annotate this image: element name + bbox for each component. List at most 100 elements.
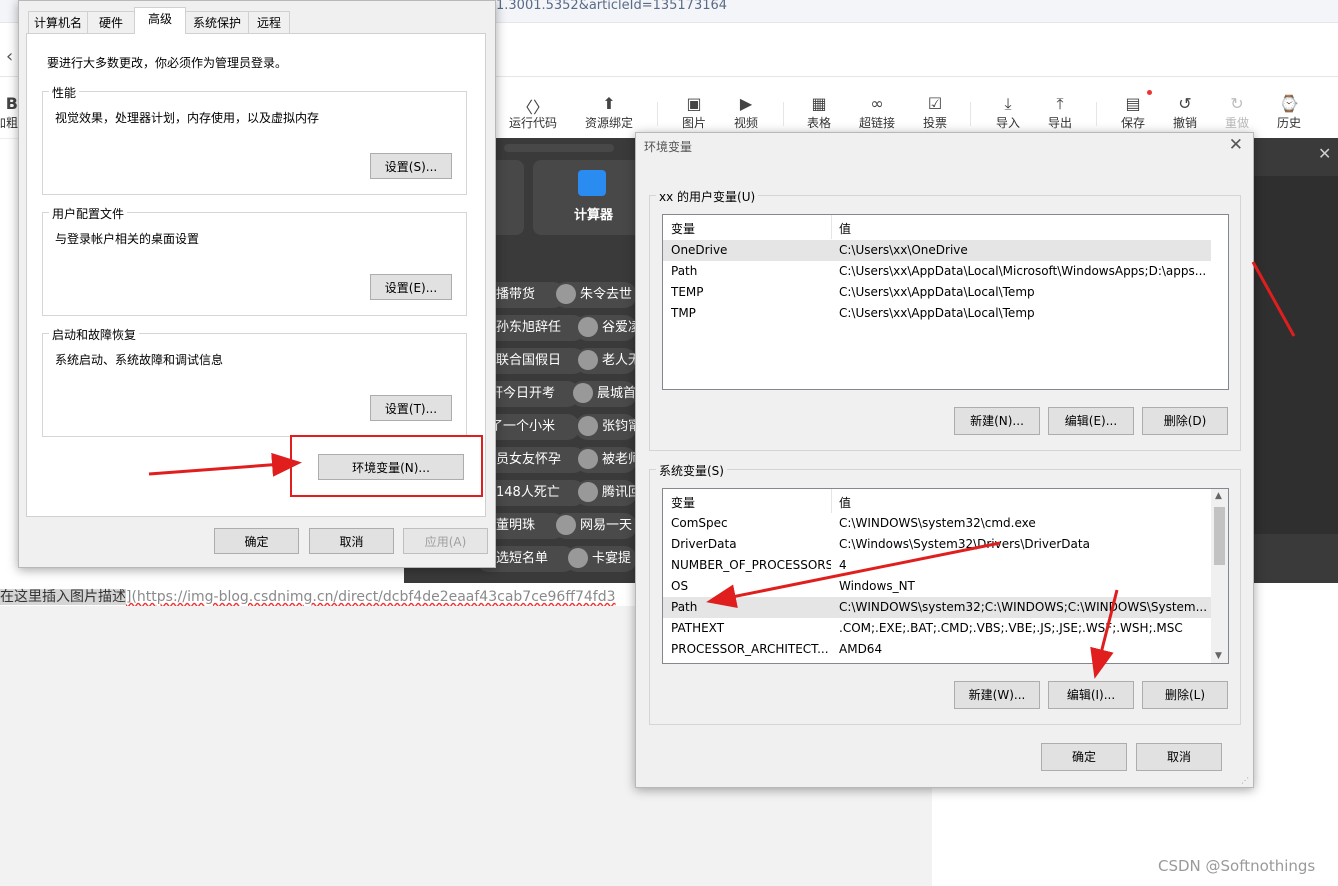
link-icon: ∞ [870, 94, 884, 113]
cancel-button[interactable]: 取消 [1136, 743, 1222, 771]
scroll-up-icon[interactable]: ▲ [1215, 491, 1222, 501]
list-item[interactable]: TMP C:\Users\xx\AppData\Local\Temp [663, 303, 1211, 324]
system-variables-group: 系统变量(S) 变量 值 ComSpec C:\WINDOWS\system32\… [649, 462, 1241, 725]
calculator-icon [578, 170, 606, 196]
news-item[interactable]: 老人无 [575, 348, 637, 374]
group-title: xx 的用户变量(U) [656, 188, 759, 205]
system-new-button[interactable]: 新建(W)... [954, 681, 1040, 709]
toolbar-save[interactable]: ▤ 保存 [1105, 94, 1161, 131]
toolbar-link[interactable]: ∞ 超链接 [849, 94, 905, 131]
annotation-highlight-box [290, 435, 483, 497]
news-item[interactable]: 晨城首 [570, 381, 637, 407]
toolbar-video[interactable]: ▶ 视频 [718, 94, 774, 131]
scroll-down-icon[interactable]: ▼ [1215, 651, 1222, 661]
news-item[interactable]: 被老师 [575, 447, 637, 473]
image-url-text: ](https://img-blog.csdnimg.cn/direct/dcb… [126, 589, 616, 605]
list-item[interactable]: ComSpec C:\WINDOWS\system32\cmd.exe [663, 513, 1211, 534]
startup-recovery-group: 启动和故障恢复 系统启动、系统故障和调试信息 设置(T)... [42, 326, 467, 437]
toolbar-table[interactable]: ▦ 表格 [791, 94, 847, 131]
scrollbar[interactable]: ▲ ▼ [1211, 489, 1228, 663]
save-icon: ▤ [1125, 94, 1141, 113]
toolbar-run-code[interactable]: 〈〉 运行代码 [505, 94, 561, 131]
video-icon: ▶ [739, 94, 753, 113]
user-profiles-settings-button[interactable]: 设置(E)... [370, 274, 452, 300]
list-header: 变量 值 [663, 489, 1228, 513]
news-item[interactable]: 腾讯回 [575, 480, 637, 506]
startup-recovery-settings-button[interactable]: 设置(T)... [370, 395, 452, 421]
group-description: 系统启动、系统故障和调试信息 [55, 353, 224, 367]
tab-system-protection[interactable]: 系统保护 [185, 11, 249, 33]
system-edit-button[interactable]: 编辑(I)... [1048, 681, 1134, 709]
resize-grip-icon[interactable]: ⋰ [1241, 776, 1249, 785]
toolbar-redo[interactable]: ↻ 重做 [1209, 94, 1265, 131]
group-title: 性能 [49, 84, 80, 101]
system-delete-button[interactable]: 删除(L) [1142, 681, 1228, 709]
list-item[interactable]: PATHEXT .COM;.EXE;.BAT;.CMD;.VBS;.VBE;.JS… [663, 618, 1211, 639]
tab-computer-name[interactable]: 计算机名 [28, 11, 88, 33]
cancel-button[interactable]: 取消 [309, 528, 394, 554]
ok-button[interactable]: 确定 [1041, 743, 1127, 771]
column-variable[interactable]: 变量 [671, 220, 695, 237]
news-item[interactable]: 朱令去世 [553, 282, 637, 308]
tab-remote[interactable]: 远程 [248, 11, 290, 33]
bold-icon: B [5, 94, 18, 113]
user-delete-button[interactable]: 删除(D) [1142, 407, 1228, 435]
code-icon: 〈〉 [516, 98, 549, 117]
user-edit-button[interactable]: 编辑(E)... [1048, 407, 1134, 435]
avatar [578, 349, 598, 370]
apply-button[interactable]: 应用(A) [403, 528, 488, 554]
scroll-thumb[interactable] [1214, 507, 1225, 565]
performance-group: 性能 视觉效果，处理器计划，内存使用，以及虚拟内存 设置(S)... [42, 84, 467, 195]
news-item[interactable]: 谷爱凌 [575, 315, 637, 341]
avatar [578, 448, 598, 469]
user-variables-group: xx 的用户变量(U) 变量 值 OneDrive C:\Users\xx\One… [649, 188, 1241, 451]
close-icon[interactable]: ✕ [1229, 135, 1243, 155]
list-header: 变量 值 [663, 215, 1228, 239]
toolbar-history[interactable]: ⌚ 历史 [1261, 94, 1317, 131]
news-item[interactable]: 张钧甯 [575, 414, 637, 440]
dialog-title: 环境变量 [644, 140, 693, 154]
tab-hardware[interactable]: 硬件 [87, 11, 135, 33]
import-icon: ⤓ [1004, 94, 1012, 113]
ok-button[interactable]: 确定 [214, 528, 299, 554]
markdown-image-line[interactable]: 在这里插入图片描述](https://img-blog.csdnimg.cn/d… [0, 586, 640, 606]
list-item[interactable]: TEMP C:\Users\xx\AppData\Local\Temp [663, 282, 1211, 303]
bold-button[interactable]: B 加粗 [0, 94, 18, 131]
toolbar-export[interactable]: ⤒ 导出 [1032, 94, 1088, 131]
tab-advanced[interactable]: 高级 [134, 7, 186, 34]
url-text: 1.3001.5352&articleId=135173164 [496, 0, 728, 13]
group-title: 系统变量(S) [656, 462, 727, 479]
news-item[interactable]: 卡宴提 [565, 546, 637, 572]
column-value[interactable]: 值 [839, 220, 851, 237]
avatar [578, 415, 598, 436]
toolbar-import[interactable]: ⤓ 导入 [980, 94, 1036, 131]
toolbar-image[interactable]: ▣ 图片 [666, 94, 722, 131]
news-item[interactable]: 网易一天 [553, 513, 637, 539]
list-item[interactable]: DriverData C:\Windows\System32\Drivers\Dr… [663, 534, 1211, 555]
avatar [578, 316, 598, 337]
back-arrow-icon[interactable]: ‹ [6, 46, 13, 67]
toolbar-resource[interactable]: ⬆ 资源绑定 [581, 94, 637, 131]
system-variables-list[interactable]: 变量 值 ComSpec C:\WINDOWS\system32\cmd.exe … [662, 488, 1229, 664]
performance-settings-button[interactable]: 设置(S)... [370, 153, 452, 179]
column-value[interactable]: 值 [839, 494, 851, 511]
list-item[interactable]: PROCESSOR_ARCHITECT... AMD64 [663, 639, 1211, 660]
user-new-button[interactable]: 新建(N)... [954, 407, 1040, 435]
toolbar-vote[interactable]: ☑ 投票 [907, 94, 963, 131]
toolbar-undo[interactable]: ↺ 撤销 [1157, 94, 1213, 131]
image-alt-text: 在这里插入图片描述 [0, 589, 126, 605]
group-title: 用户配置文件 [49, 205, 128, 222]
resource-icon: ⬆ [602, 94, 616, 113]
close-icon[interactable]: ✕ [1318, 144, 1331, 163]
export-icon: ⤒ [1056, 94, 1064, 113]
list-item[interactable]: OneDrive C:\Users\xx\OneDrive [663, 240, 1211, 261]
user-variables-list[interactable]: 变量 值 OneDrive C:\Users\xx\OneDrive Path C:… [662, 214, 1229, 390]
list-item[interactable]: NUMBER_OF_PROCESSORS 4 [663, 555, 1211, 576]
group-description: 与登录帐户相关的桌面设置 [55, 232, 200, 246]
column-variable[interactable]: 变量 [671, 494, 695, 511]
image-icon: ▣ [686, 94, 702, 113]
list-item[interactable]: Path C:\Users\xx\AppData\Local\Microsoft\… [663, 261, 1211, 282]
list-item[interactable]: OS Windows_NT [663, 576, 1211, 597]
watermark: CSDN @Softnothings [1158, 857, 1316, 875]
list-item-path-selected[interactable]: Path C:\WINDOWS\system32;C:\WINDOWS;C:\WI… [663, 597, 1211, 618]
